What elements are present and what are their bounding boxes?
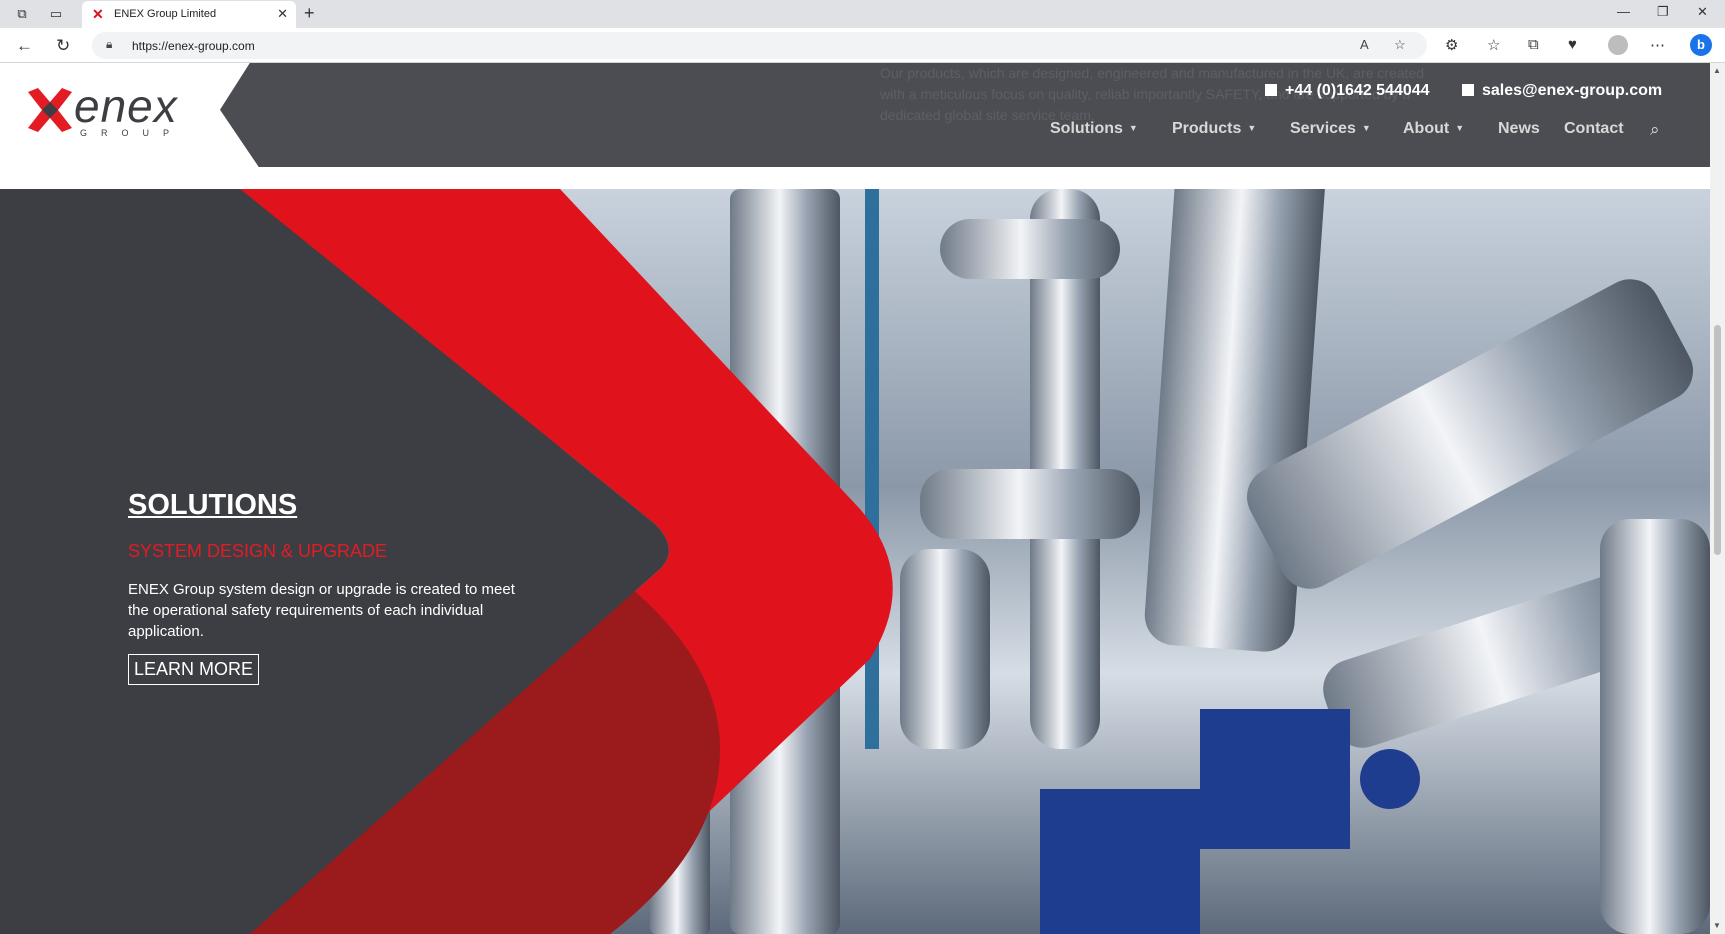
hero-banner: SOLUTIONS SYSTEM DESIGN & UPGRADE ENEX G… <box>0 189 1710 934</box>
tab-actions-icon[interactable]: ▭ <box>48 6 64 22</box>
phone-icon <box>1265 84 1277 96</box>
browser-tab[interactable]: ✕ ENEX Group Limited ✕ <box>82 1 296 28</box>
nav-contact[interactable]: Contact <box>1564 120 1624 138</box>
close-window-icon[interactable]: ✕ <box>1697 4 1708 20</box>
chevron-down-icon: ▼ <box>1361 123 1371 133</box>
refresh-icon[interactable]: ↻ <box>56 36 70 56</box>
hero-description: ENEX Group system design or upgrade is c… <box>128 581 515 640</box>
phone-link[interactable]: +44 (0)1642 544044 <box>1265 82 1430 100</box>
address-toolbar: ← ↻ 🔒︎ https://enex-group.com A ☆ ⚙ ☆ ⧉ … <box>0 28 1725 63</box>
chevron-down-icon: ▼ <box>1247 123 1257 133</box>
minimize-icon[interactable]: — <box>1617 4 1630 19</box>
email-address: sales@enex-group.com <box>1482 82 1663 99</box>
search-icon[interactable]: ⌕ <box>1650 120 1660 140</box>
browser-essentials-icon[interactable]: ♥ <box>1568 36 1577 53</box>
scrollbar-thumb[interactable] <box>1714 325 1721 555</box>
logo-wordmark: enex <box>74 80 178 132</box>
tab-title: ENEX Group Limited <box>114 8 217 20</box>
close-tab-icon[interactable]: ✕ <box>277 6 288 22</box>
nav-about[interactable]: About ▼ <box>1403 120 1464 138</box>
learn-more-button[interactable]: LEARN MORE <box>128 654 260 685</box>
hero-title-link[interactable]: SOLUTIONS <box>128 489 297 522</box>
nav-solutions[interactable]: Solutions ▼ <box>1050 120 1138 138</box>
logo-subtext: GROUP <box>80 128 184 138</box>
nav-products[interactable]: Products ▼ <box>1172 120 1256 138</box>
back-icon[interactable]: ← <box>16 36 33 56</box>
page-viewport: enex GROUP Our products, which are desig… <box>0 63 1710 934</box>
workspaces-icon[interactable]: ⧉ <box>14 6 30 22</box>
favorite-star-icon[interactable]: ☆ <box>1394 37 1406 53</box>
bing-copilot-icon[interactable]: b <box>1690 34 1712 56</box>
address-field[interactable]: 🔒︎ https://enex-group.com A ☆ <box>92 32 1427 59</box>
browser-tab-bar: ⧉ ▭ ✕ ENEX Group Limited ✕ + — ❐ ✕ <box>0 0 1725 28</box>
hero-subtitle: SYSTEM DESIGN & UPGRADE <box>128 541 388 561</box>
site-header: enex GROUP Our products, which are desig… <box>0 63 1710 167</box>
url-text[interactable]: https://enex-group.com <box>132 39 255 53</box>
collections-icon[interactable]: ⧉ <box>1528 36 1539 53</box>
email-icon <box>1462 84 1474 96</box>
lock-icon[interactable]: 🔒︎ <box>106 37 112 52</box>
logo-link[interactable]: enex GROUP <box>0 63 260 167</box>
extensions-icon[interactable]: ⚙ <box>1445 36 1458 54</box>
more-options-icon[interactable]: ⋯ <box>1650 36 1665 54</box>
scroll-down-icon[interactable]: ▼ <box>1713 921 1721 930</box>
email-link[interactable]: sales@enex-group.com <box>1462 82 1662 100</box>
chevron-down-icon: ▼ <box>1128 123 1138 133</box>
page-scrollbar[interactable]: ▲ ▼ <box>1710 63 1725 934</box>
read-aloud-icon[interactable]: A <box>1360 37 1369 52</box>
nav-news[interactable]: News <box>1498 120 1540 138</box>
chevron-down-icon: ▼ <box>1455 123 1465 133</box>
favorites-icon[interactable]: ☆ <box>1487 36 1500 54</box>
enex-favicon-icon: ✕ <box>92 6 104 22</box>
restore-icon[interactable]: ❐ <box>1657 4 1669 20</box>
scroll-up-icon[interactable]: ▲ <box>1713 66 1721 75</box>
phone-number: +44 (0)1642 544044 <box>1285 82 1430 99</box>
new-tab-icon[interactable]: + <box>304 3 315 24</box>
nav-services[interactable]: Services ▼ <box>1290 120 1371 138</box>
profile-avatar[interactable] <box>1608 35 1628 55</box>
